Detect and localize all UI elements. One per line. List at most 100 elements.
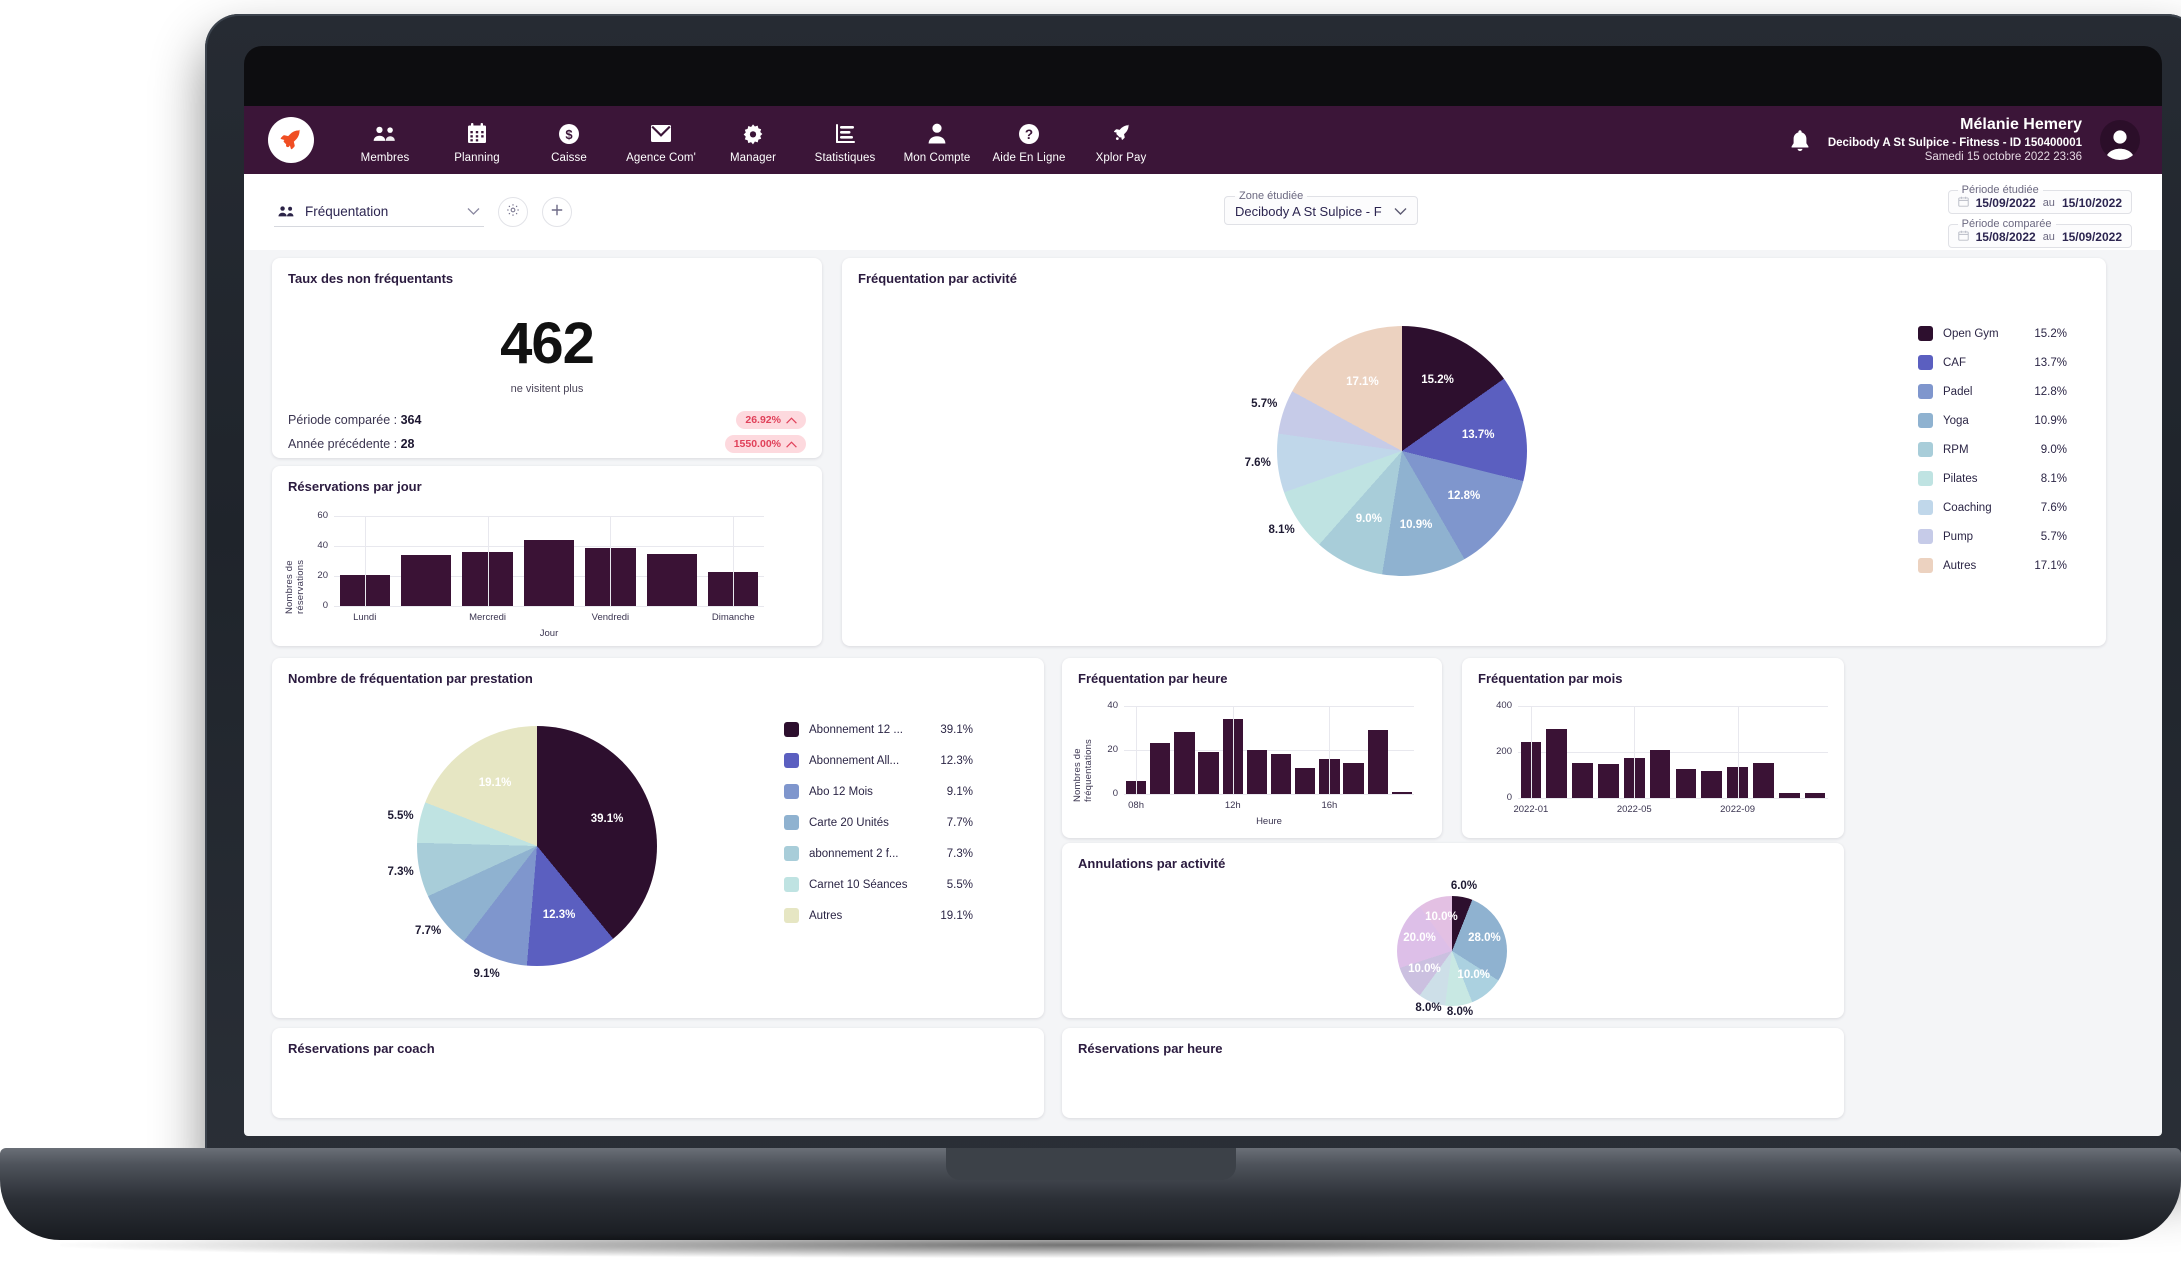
chart-frequentation-par-mois[interactable]: 0 200 400 2022-01 2022-05 2022-09 (1462, 686, 1844, 836)
rocket-icon (280, 129, 301, 150)
legend-value: 7.6% (2040, 501, 2067, 514)
period-compared-fieldset[interactable]: Période comparée 15/08/2022 au 15/09/202… (1947, 218, 2132, 248)
plus-icon (550, 203, 564, 221)
bar[interactable] (1150, 743, 1171, 794)
legend-swatch (1918, 442, 1933, 457)
card-title: Réservations par heure (1078, 1041, 1223, 1056)
nav-item-aide-en-ligne[interactable]: ? Aide En Ligne (984, 117, 1074, 164)
legend-item[interactable]: Abonnement 12 ... 39.1% (784, 722, 973, 737)
gridline (334, 516, 764, 517)
nav-item-planning[interactable]: Planning (432, 117, 522, 164)
app-logo[interactable] (268, 117, 314, 163)
laptop-base (0, 1148, 2181, 1240)
legend-item[interactable]: abonnement 2 f... 7.3% (784, 846, 973, 861)
legend-item[interactable]: Carte 20 Unités 7.7% (784, 815, 973, 830)
chart-frequentation-par-heure[interactable]: 0 20 40 08h 12h 16h Heure Nombres de fréquentat… (1062, 686, 1442, 836)
bar[interactable] (1649, 750, 1671, 798)
zone-filter[interactable]: Zone étudiée Decibody A St Sulpice - F (1224, 190, 1418, 225)
pie-chart[interactable] (1277, 326, 1527, 576)
nav-item-manager[interactable]: Manager (708, 117, 798, 164)
bar[interactable] (1572, 762, 1593, 798)
x-axis-tick: Dimanche (711, 612, 755, 623)
nav-item-mon-compte[interactable]: Mon Compte (892, 117, 982, 164)
nav-item-agence-com[interactable]: Agence Com' (616, 117, 706, 164)
chart-settings-button[interactable] (498, 197, 528, 227)
pie-slice-label: 9.0% (1355, 513, 1382, 526)
nav-item-statistiques[interactable]: Statistiques (800, 117, 890, 164)
bar[interactable] (1367, 730, 1388, 794)
legend-item[interactable]: Autres 19.1% (784, 908, 973, 923)
bar[interactable] (1546, 729, 1568, 798)
pie-slice-label: 8.0% (1415, 1002, 1442, 1015)
chart-frequentation-par-activite[interactable]: 15.2% 13.7% 12.8% 10.9% 9.0% 8.1% 7.6% 5.7% 17.1… (842, 286, 2106, 636)
gridline (1136, 706, 1138, 794)
legend-value: 7.7% (946, 816, 973, 829)
legend-item[interactable]: Abo 12 Mois 9.1% (784, 784, 973, 799)
nav-item-membres[interactable]: Membres (340, 117, 430, 164)
legend-item[interactable]: Abonnement All... 12.3% (784, 753, 973, 768)
legend-item[interactable]: Pump 5.7% (1918, 529, 2067, 544)
bar-chart-icon (835, 121, 856, 147)
dataset-select[interactable]: Fréquentation (274, 198, 484, 227)
period-studied-from: 15/09/2022 (1975, 196, 2036, 210)
bar[interactable] (400, 555, 452, 606)
legend-item[interactable]: RPM 9.0% (1918, 442, 2067, 457)
pie-slice-label: 5.7% (1251, 397, 1278, 410)
legend-item[interactable]: Pilates 8.1% (1918, 471, 2067, 486)
legend-label: abonnement 2 f... (809, 847, 899, 860)
legend-item[interactable]: Coaching 7.6% (1918, 500, 2067, 515)
legend-item[interactable]: Yoga 10.9% (1918, 413, 2067, 428)
add-widget-button[interactable] (542, 197, 572, 227)
chart-annulations-par-activite[interactable]: 6.0% 28.0% 10.0% 8.0% 8.0% 10.0% 20.0% 10.0% (1062, 871, 1844, 1018)
legend-swatch (784, 815, 799, 830)
bell-icon[interactable] (1790, 129, 1810, 152)
bar[interactable] (1701, 771, 1723, 798)
card-title: Nombre de fréquentation par prestation (288, 671, 533, 686)
period-compared-row[interactable]: 15/08/2022 au 15/09/2022 (1957, 230, 2122, 244)
kpi-value: 462 (500, 311, 595, 376)
chart-reservations-par-jour[interactable]: 0 20 40 60 Lundi Mercredi Vendredi Dimanche Jour… (272, 494, 822, 644)
bar[interactable] (1675, 768, 1697, 798)
bar[interactable] (1391, 791, 1413, 794)
pie-slice-label: 10.0% (1408, 963, 1441, 976)
trend-up-icon (786, 416, 797, 424)
legend-value: 13.7% (2034, 356, 2067, 369)
avatar[interactable] (2100, 120, 2140, 160)
y-axis-tick: 20 (1107, 744, 1118, 755)
laptop-screen: Membres Planning $ Caisse Agence Com' Ma… (244, 46, 2162, 1136)
legend-item[interactable]: Autres 17.1% (1918, 558, 2067, 573)
pie-slice-label: 17.1% (1346, 376, 1379, 389)
period-studied-row[interactable]: 15/09/2022 au 15/10/2022 (1957, 196, 2122, 210)
bar[interactable] (1343, 763, 1364, 794)
bar[interactable] (646, 553, 698, 606)
nav-item-xplor-pay[interactable]: Xplor Pay (1076, 117, 1166, 164)
legend-item[interactable]: CAF 13.7% (1918, 355, 2067, 370)
legend-label: Yoga (1943, 414, 1969, 427)
bar[interactable] (1598, 763, 1619, 798)
bar[interactable] (1174, 732, 1195, 794)
chart-frequentation-par-prestation[interactable]: 39.1% 12.3% 9.1% 7.7% 7.3% 5.5% 19.1% Abonnemen… (272, 686, 1044, 1011)
bar[interactable] (1804, 792, 1826, 798)
bar[interactable] (1246, 750, 1268, 794)
card-taux-non-frequentants: Taux des non fréquentants 462 ne visiten… (272, 258, 822, 458)
bar[interactable] (523, 540, 575, 606)
legend-label: Coaching (1943, 501, 1992, 514)
zone-select[interactable]: Decibody A St Sulpice - F (1235, 204, 1407, 219)
legend-item[interactable]: Open Gym 15.2% (1918, 326, 2067, 341)
bar[interactable] (1295, 767, 1316, 794)
legend-label: Autres (809, 909, 843, 922)
period-studied-fieldset[interactable]: Période étudiée 15/09/2022 au 15/10/2022 (1947, 184, 2132, 214)
legend-item[interactable]: Carnet 10 Séances 5.5% (784, 877, 973, 892)
bar[interactable] (1198, 752, 1219, 794)
nav-item-caisse[interactable]: $ Caisse (524, 117, 614, 164)
card-frequentation-par-mois: Fréquentation par mois 0 200 400 2022-01 202… (1462, 658, 1844, 838)
legend-item[interactable]: Padel 12.8% (1918, 384, 2067, 399)
bar[interactable] (1753, 763, 1774, 798)
legend-swatch (1918, 326, 1933, 341)
legend-swatch (1918, 500, 1933, 515)
bar[interactable] (1778, 792, 1800, 798)
gridline (610, 516, 612, 606)
pie-slice-label: 9.1% (473, 967, 500, 980)
legend-value: 5.5% (946, 878, 973, 891)
bar[interactable] (1270, 754, 1292, 794)
